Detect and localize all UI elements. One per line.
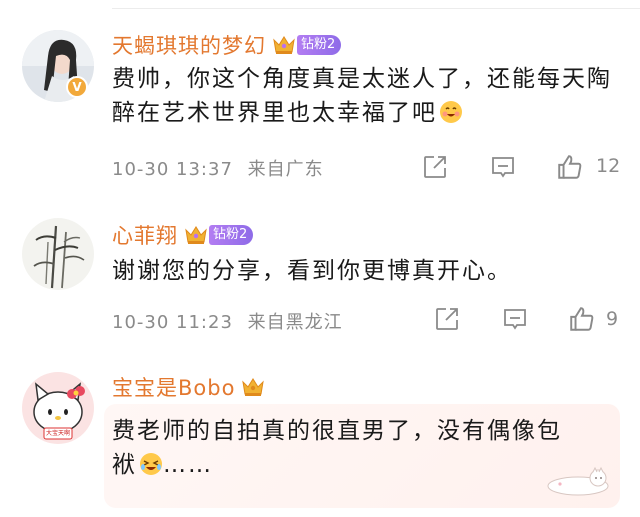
comment-item: 心菲翔 钻粉2 谢谢您的分享，看到你更博真开心。 10-30 11:23 来自黑… bbox=[0, 200, 640, 360]
comment-body: 谢谢您的分享，看到你更博真开心。 bbox=[112, 258, 512, 284]
comment-text: 费帅，你这个角度真是太迷人了，还能每天陶醉在艺术世界里也太幸福了吧 bbox=[112, 62, 616, 130]
comment-body-line1: 费老师的自拍真的很直男了，没有偶像包 bbox=[112, 418, 562, 444]
username[interactable]: 天蝎琪琪的梦幻 bbox=[112, 30, 266, 60]
crown-icon bbox=[273, 36, 295, 54]
comment-location: 来自广东 bbox=[247, 159, 324, 180]
meta-row: 10-30 11:23 来自黑龙江 bbox=[112, 308, 343, 334]
comment-location: 来自黑龙江 bbox=[247, 312, 343, 333]
like-icon[interactable] bbox=[568, 305, 596, 333]
meta-row: 10-30 13:37 来自广东 bbox=[112, 155, 324, 181]
share-icon[interactable] bbox=[422, 154, 448, 180]
name-row: 天蝎琪琪的梦幻 钻粉2 bbox=[112, 30, 342, 60]
comment-body: 费帅，你这个角度真是太迷人了，还能每天陶醉在艺术世界里也太幸福了吧 bbox=[112, 66, 612, 126]
avatar[interactable] bbox=[22, 218, 94, 290]
share-icon[interactable] bbox=[434, 306, 460, 332]
comment-time: 10-30 13:37 bbox=[112, 159, 233, 180]
comment-body-line2-start: 袱 bbox=[112, 452, 137, 478]
username[interactable]: 心菲翔 bbox=[112, 220, 178, 250]
comment-text: 费老师的自拍真的很直男了，没有偶像包 袱 …… bbox=[112, 414, 616, 482]
comment-time: 10-30 11:23 bbox=[112, 312, 233, 333]
like-icon[interactable] bbox=[556, 153, 584, 181]
comment-item: 大宝天啊 宝宝是Bobo 费老师的自拍真的很直男了，没有偶像包 袱 …… bbox=[0, 360, 640, 517]
like-count: 12 bbox=[596, 155, 621, 177]
happy-face-emoji bbox=[440, 101, 462, 123]
comment-text: 谢谢您的分享，看到你更博真开心。 bbox=[112, 254, 616, 288]
comment-body-line2-end: …… bbox=[163, 452, 213, 478]
avatar[interactable]: 大宝天啊 bbox=[22, 372, 94, 444]
like-count: 9 bbox=[606, 308, 619, 330]
comment-item: V 天蝎琪琪的梦幻 钻粉2 费帅，你这个角度真是太迷人了，还能每天陶醉在艺术世界… bbox=[0, 0, 640, 200]
comment-body-line2: 袱 …… bbox=[112, 448, 616, 482]
name-row: 心菲翔 钻粉2 bbox=[112, 220, 254, 250]
fan-badge: 钻粉2 bbox=[297, 35, 342, 55]
fan-badge: 钻粉2 bbox=[209, 225, 254, 245]
crown-icon bbox=[185, 226, 207, 244]
verified-icon: V bbox=[66, 76, 88, 98]
comment-icon[interactable] bbox=[502, 306, 528, 332]
avatar-tag: 大宝天啊 bbox=[45, 430, 70, 437]
name-row: 宝宝是Bobo bbox=[112, 372, 265, 402]
comment-icon[interactable] bbox=[490, 154, 516, 180]
laughing-face-emoji bbox=[140, 453, 162, 475]
crown-icon bbox=[242, 378, 265, 396]
username[interactable]: 宝宝是Bobo bbox=[112, 372, 235, 402]
